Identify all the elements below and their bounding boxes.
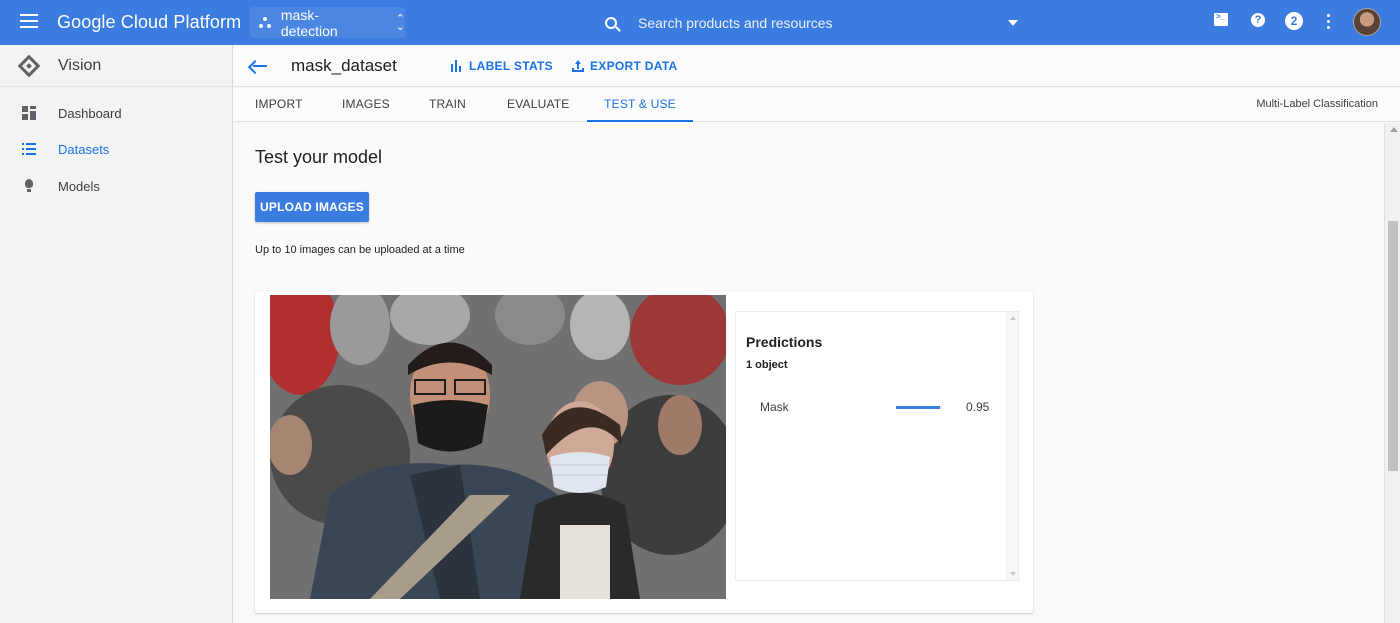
section-title: Test your model [255,147,383,167]
export-data-label: EXPORT DATA [590,59,678,73]
scrollbar-thumb[interactable] [1388,221,1398,471]
lightbulb-icon [22,179,36,193]
left-sidebar: Vision Dashboard Datasets Models [0,45,233,623]
search-input[interactable]: Search products and resources [638,15,833,31]
page-scrollbar[interactable] [1384,123,1400,623]
cloud-shell-icon[interactable] [1214,12,1228,26]
tab-import[interactable]: IMPORT [255,88,302,122]
tab-bar: IMPORT IMAGES TRAIN EVALUATE TEST & USE … [234,88,1400,122]
classification-mode: Multi-Label Classification [1256,98,1378,110]
page-title: mask_dataset [291,56,397,75]
label-stats-label: LABEL STATS [469,59,553,73]
more-vert-icon[interactable] [1327,14,1331,29]
list-icon [22,142,36,156]
dashboard-icon [22,106,36,120]
sidebar-item-label: Dashboard [58,105,122,121]
top-app-bar: Google Cloud Platform mask-detection ⌃ ⌄ … [0,0,1400,45]
product-title: Vision [58,56,102,74]
scroll-up-icon[interactable] [1390,127,1398,132]
upload-images-button[interactable]: UPLOAD IMAGES [255,192,369,222]
prediction-row: Mask 0.95 [746,398,998,416]
sidebar-item-datasets[interactable]: Datasets [0,131,233,167]
back-arrow-icon[interactable] [247,56,270,76]
sidebar-item-dashboard[interactable]: Dashboard [0,95,233,131]
prediction-label: Mask [760,400,789,414]
vision-logo-icon [17,54,41,77]
avatar[interactable] [1353,8,1381,36]
project-dots-icon [259,16,271,29]
upload-hint: Up to 10 images can be uploaded at a tim… [255,244,465,256]
sidebar-item-label: Models [58,178,100,194]
predictions-title: Predictions [746,334,823,350]
confidence-bar [896,406,942,409]
sidebar-header: Vision [0,45,232,87]
unfold-icon: ⌃ ⌄ [395,12,405,33]
uploaded-test-image [270,295,726,599]
export-icon [572,60,584,72]
main-content: Test your model UPLOAD IMAGES Up to 10 i… [234,123,1384,623]
tab-evaluate[interactable]: EVALUATE [507,88,569,122]
label-stats-button[interactable]: LABEL STATS [451,58,553,74]
prediction-score: 0.95 [966,400,990,414]
confidence-bar-fill [896,406,940,409]
brand-title[interactable]: Google Cloud Platform [57,12,241,33]
prediction-card: Predictions 1 object Mask 0.95 [255,291,1033,613]
bar-chart-icon [451,60,463,72]
search-bar[interactable]: Search products and resources [596,7,1030,38]
sidebar-item-models[interactable]: Models [0,168,233,204]
export-data-button[interactable]: EXPORT DATA [572,58,678,74]
dropdown-arrow-icon[interactable] [1008,20,1018,26]
project-name: mask-detection [280,6,338,39]
menu-icon[interactable] [20,14,38,28]
tab-test-and-use[interactable]: TEST & USE [587,88,693,122]
object-count: 1 object [746,359,788,371]
help-icon[interactable]: ? [1251,13,1265,27]
dataset-header: mask_dataset LABEL STATS EXPORT DATA [234,45,1400,87]
search-icon [605,16,617,29]
project-selector[interactable]: mask-detection ⌃ ⌄ [250,6,405,39]
notifications-badge[interactable]: 2 [1285,12,1303,30]
predictions-panel: Predictions 1 object Mask 0.95 [735,311,1019,581]
tab-train[interactable]: TRAIN [429,88,466,122]
tab-images[interactable]: IMAGES [342,88,390,122]
sidebar-item-label: Datasets [58,141,110,157]
panel-scrollbar[interactable] [1006,312,1018,580]
